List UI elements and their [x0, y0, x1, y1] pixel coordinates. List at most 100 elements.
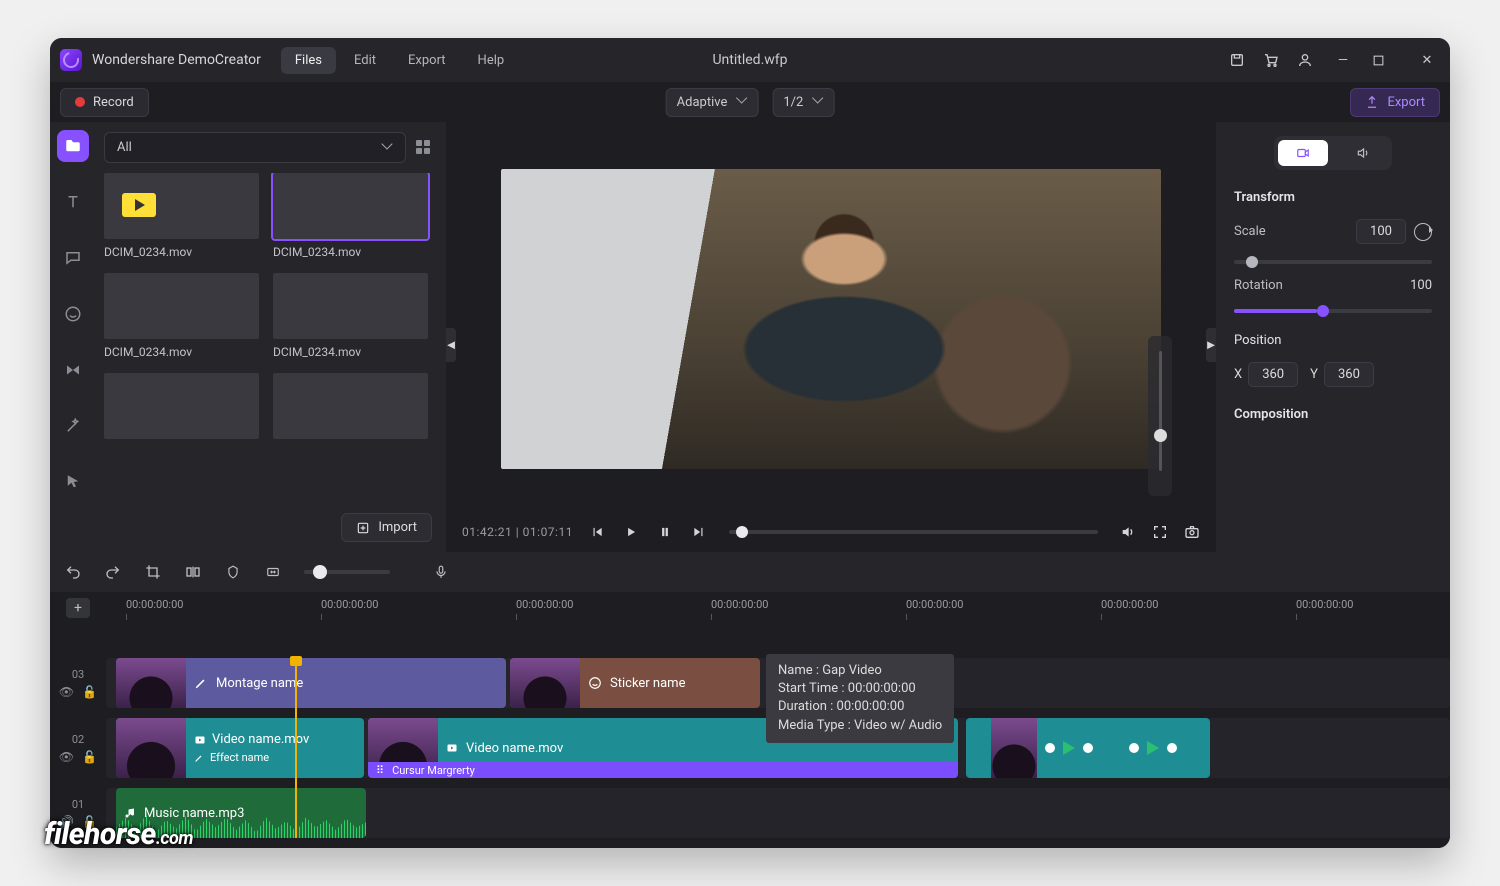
record-dot-icon	[75, 97, 85, 107]
rail-cursor[interactable]	[57, 466, 89, 498]
menu-help[interactable]: Help	[464, 47, 519, 74]
lock-icon[interactable]: 🔓	[82, 750, 97, 764]
track-lane[interactable]: Music name.mp3	[106, 788, 1450, 838]
redo-icon[interactable]	[104, 563, 122, 581]
export-button[interactable]: Export	[1350, 88, 1440, 117]
fullscreen-icon[interactable]	[1152, 524, 1168, 540]
rotation-value: 100	[1410, 278, 1432, 293]
next-button[interactable]	[691, 524, 707, 540]
cart-icon[interactable]	[1262, 51, 1280, 69]
chevron-down-icon	[737, 97, 747, 107]
watermark-suffix: .com	[156, 828, 193, 849]
grid-view-icon[interactable]	[416, 140, 432, 156]
fit-icon[interactable]	[264, 563, 282, 581]
zoom-knob[interactable]	[313, 565, 327, 579]
chevron-down-icon	[813, 97, 823, 107]
undo-icon[interactable]	[64, 563, 82, 581]
media-item[interactable]: DCIM_0234.mov	[273, 273, 428, 359]
media-item[interactable]: DCIM_0234.mov	[104, 173, 259, 259]
timeline-zoom[interactable]	[304, 570, 390, 574]
marker-icon[interactable]	[224, 563, 242, 581]
track-3: 03 👁🔓 Montage name Sticker name	[50, 658, 1450, 708]
track-head: 02 👁🔓	[50, 718, 106, 778]
rotation-slider[interactable]	[1234, 309, 1432, 313]
prev-button[interactable]	[589, 524, 605, 540]
clip-montage[interactable]: Montage name	[116, 658, 506, 708]
rail-text[interactable]	[57, 186, 89, 218]
media-name: DCIM_0234.mov	[273, 245, 428, 259]
collapse-left[interactable]: ◄	[446, 328, 456, 362]
voiceover-icon[interactable]	[432, 563, 450, 581]
tab-audio-props[interactable]	[1338, 140, 1388, 166]
window-maximize[interactable]	[1372, 54, 1398, 67]
x-value[interactable]: 360	[1248, 362, 1298, 387]
fit-dropdown[interactable]: Adaptive	[666, 88, 759, 117]
rail-transition[interactable]	[57, 354, 89, 386]
media-item[interactable]: DCIM_0234.mov	[104, 373, 259, 459]
menu-files[interactable]: Files	[281, 47, 336, 74]
prop-scale-row: Scale 100	[1234, 219, 1432, 244]
clip-video-keyframes[interactable]	[966, 718, 1210, 778]
cursor-effect-label: Cursur Margrerty	[392, 764, 475, 777]
scale-value[interactable]: 100	[1356, 219, 1406, 244]
preview-canvas[interactable]	[446, 122, 1216, 512]
rail-media[interactable]	[57, 130, 89, 162]
seek-knob[interactable]	[736, 526, 748, 538]
record-button[interactable]: Record	[60, 88, 149, 117]
add-track-button[interactable]: +	[66, 598, 90, 618]
prop-rotation-row: Rotation 100	[1234, 278, 1432, 293]
pause-button[interactable]	[657, 524, 673, 540]
tick: 00:00:00:00	[1101, 598, 1158, 620]
crop-icon[interactable]	[144, 563, 162, 581]
reset-icon[interactable]	[1414, 223, 1432, 241]
save-icon[interactable]	[1228, 51, 1246, 69]
zoom-dropdown[interactable]: 1/2	[772, 88, 834, 117]
visibility-icon[interactable]: 👁	[59, 750, 74, 764]
import-button[interactable]: Import	[341, 513, 432, 542]
lock-icon[interactable]: 🔓	[82, 685, 97, 699]
media-item[interactable]: DCIM_0234.mov	[104, 273, 259, 359]
volume-icon[interactable]	[1120, 524, 1136, 540]
menu-export[interactable]: Export	[394, 47, 460, 74]
track-2: 02 👁🔓 Video name.mov E	[50, 718, 1450, 778]
track-head: 03 👁🔓	[50, 658, 106, 708]
clip-video[interactable]: Video name.mov Effect name	[116, 718, 364, 778]
properties-panel: Transform Scale 100 Rotation 100 Positio…	[1216, 122, 1450, 552]
tick: 00:00:00:00	[711, 598, 768, 620]
transition-icon	[64, 361, 82, 379]
rail-effects[interactable]	[57, 410, 89, 442]
collapse-right[interactable]: ►	[1206, 328, 1216, 362]
app-logo	[60, 49, 82, 71]
snapshot-icon[interactable]	[1184, 524, 1200, 540]
video-frame	[501, 169, 1161, 469]
y-value[interactable]: 360	[1324, 362, 1374, 387]
play-button[interactable]	[623, 524, 639, 540]
volume-knob[interactable]	[1154, 429, 1167, 442]
cursor-effect-bar: ⠿ Cursur Margrerty	[368, 762, 958, 778]
chevron-down-icon	[383, 143, 393, 153]
media-item[interactable]: DCIM_0234.mov	[273, 373, 428, 459]
tab-video-props[interactable]	[1278, 140, 1328, 166]
rail-sticker[interactable]	[57, 298, 89, 330]
window-minimize[interactable]: —	[1330, 53, 1356, 68]
media-item[interactable]: DCIM_0234.mov	[273, 173, 428, 259]
window-close[interactable]: ✕	[1414, 53, 1440, 68]
user-icon[interactable]	[1296, 51, 1314, 69]
split-icon[interactable]	[184, 563, 202, 581]
playhead[interactable]	[295, 658, 297, 838]
media-grid: DCIM_0234.mov DCIM_0234.mov DCIM_0234.mo…	[104, 173, 432, 459]
track-lane[interactable]: Montage name Sticker name Name : Gap Vid…	[106, 658, 1450, 708]
scale-slider[interactable]	[1234, 260, 1432, 264]
rail-caption[interactable]	[57, 242, 89, 274]
media-thumbnail	[273, 373, 428, 439]
zoom-label: 1/2	[783, 95, 803, 110]
menu-edit[interactable]: Edit	[340, 47, 390, 74]
media-filter-dropdown[interactable]: All	[104, 132, 406, 163]
y-label: Y	[1310, 367, 1318, 382]
timeline-ruler[interactable]: + 00:00:00:00 00:00:00:00 00:00:00:00 00…	[50, 592, 1450, 632]
visibility-icon[interactable]: 👁	[59, 685, 74, 699]
seek-bar[interactable]	[729, 530, 1098, 534]
clip-sticker[interactable]: Sticker name	[510, 658, 760, 708]
tooltip-line: Duration : 00:00:00:00	[778, 698, 942, 716]
volume-slider-vertical[interactable]	[1148, 336, 1172, 496]
